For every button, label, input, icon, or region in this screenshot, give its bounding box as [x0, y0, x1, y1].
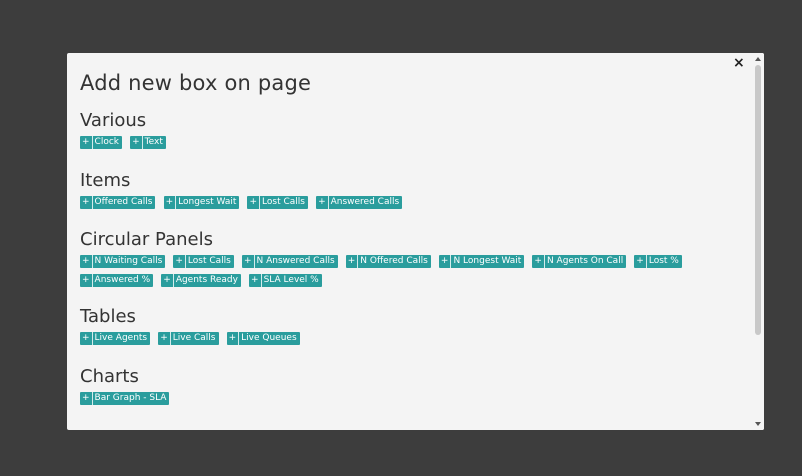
plus-icon: +: [251, 274, 262, 287]
plus-icon: +: [82, 274, 93, 287]
plus-icon: +: [82, 196, 93, 209]
button-label: N Agents On Call: [546, 256, 624, 266]
button-label: Agents Ready: [175, 275, 238, 285]
plus-icon: +: [175, 255, 186, 268]
plus-icon: +: [82, 136, 93, 149]
section-title: Various: [80, 110, 147, 131]
plus-icon: +: [244, 255, 255, 268]
button-label: Longest Wait: [178, 197, 237, 207]
plus-icon: +: [163, 274, 174, 287]
button-label: Lost Calls: [187, 256, 231, 266]
add-offered-calls-button[interactable]: + Offered Calls: [80, 196, 156, 209]
button-label: N Offered Calls: [360, 256, 428, 266]
section-circular-panels: Circular Panels + N Waiting Calls + Lost C…: [80, 229, 720, 293]
add-n-longest-wait-button[interactable]: + N Longest Wait: [438, 255, 525, 268]
button-row: + Offered Calls + Longest Wait + Lost Calls…: [80, 196, 405, 215]
plus-icon: +: [160, 332, 171, 345]
add-sla-level-button[interactable]: + SLA Level %: [249, 274, 322, 287]
button-label: Text: [144, 137, 163, 147]
button-label: Live Queues: [241, 333, 297, 343]
modal-content: Add new box on page Various + Clock + Text…: [67, 53, 752, 430]
chevron-down-icon[interactable]: [755, 422, 761, 426]
section-title: Tables: [80, 306, 136, 327]
section-title: Items: [80, 170, 131, 191]
plus-icon: +: [82, 255, 93, 268]
add-n-offered-calls-button[interactable]: + N Offered Calls: [345, 255, 431, 268]
add-answered-calls-button[interactable]: + Answered Calls: [316, 196, 403, 209]
button-label: Lost %: [648, 256, 679, 266]
add-agents-ready-button[interactable]: + Agents Ready: [161, 274, 241, 287]
plus-icon: +: [82, 392, 93, 405]
button-label: Offered Calls: [94, 197, 153, 207]
scrollbar-thumb[interactable]: [755, 65, 761, 335]
button-label: N Longest Wait: [453, 256, 522, 266]
button-label: Live Calls: [172, 333, 216, 343]
add-answered-percent-button[interactable]: + Answered %: [80, 274, 154, 287]
button-label: Lost Calls: [262, 197, 305, 207]
section-title: Charts: [80, 366, 139, 387]
add-live-queues-button[interactable]: + Live Queues: [226, 332, 300, 345]
button-label: Answered Calls: [330, 197, 400, 207]
button-row: + N Waiting Calls + Lost Calls + N Answered…: [80, 255, 720, 293]
plus-icon: +: [82, 332, 93, 345]
button-label: Bar Graph - SLA: [94, 393, 167, 403]
button-label: Live Agents: [94, 333, 148, 343]
add-live-agents-button[interactable]: + Live Agents: [80, 332, 151, 345]
button-row: + Bar Graph - SLA: [80, 392, 172, 411]
plus-icon: +: [348, 255, 359, 268]
button-label: Clock: [94, 137, 119, 147]
button-row: + Clock + Text: [80, 136, 169, 155]
vertical-scrollbar[interactable]: [752, 53, 764, 430]
add-longest-wait-button[interactable]: + Longest Wait: [163, 196, 240, 209]
plus-icon: +: [249, 196, 261, 209]
add-lost-percent-button[interactable]: + Lost %: [634, 255, 682, 268]
modal-title: Add new box on page: [80, 71, 312, 95]
section-items: Items + Offered Calls + Longest Wait + Lost…: [80, 170, 405, 215]
plus-icon: +: [132, 136, 143, 149]
button-row: + Live Agents + Live Calls + Live Queues: [80, 332, 303, 351]
plus-icon: +: [441, 255, 452, 268]
plus-icon: +: [166, 196, 177, 209]
add-box-modal: Add new box on page Various + Clock + Text…: [67, 53, 764, 430]
add-n-agents-on-call-button[interactable]: + N Agents On Call: [532, 255, 627, 268]
add-live-calls-button[interactable]: + Live Calls: [158, 332, 219, 345]
plus-icon: +: [534, 255, 545, 268]
add-bar-graph-sla-button[interactable]: + Bar Graph - SLA: [80, 392, 170, 405]
button-label: N Answered Calls: [256, 256, 335, 266]
add-n-answered-calls-button[interactable]: + N Answered Calls: [241, 255, 338, 268]
add-lost-calls-button[interactable]: + Lost Calls: [247, 196, 308, 209]
chevron-up-icon[interactable]: [755, 57, 761, 61]
button-label: SLA Level %: [263, 275, 319, 285]
add-text-button[interactable]: + Text: [130, 136, 166, 149]
add-n-waiting-calls-button[interactable]: + N Waiting Calls: [80, 255, 166, 268]
add-clock-button[interactable]: + Clock: [80, 136, 122, 149]
add-lost-calls-panel-button[interactable]: + Lost Calls: [173, 255, 234, 268]
plus-icon: +: [229, 332, 240, 345]
plus-icon: +: [636, 255, 647, 268]
button-label: N Waiting Calls: [94, 256, 163, 266]
section-various: Various + Clock + Text: [80, 110, 169, 155]
plus-icon: +: [318, 196, 329, 209]
close-icon[interactable]: ×: [733, 55, 745, 71]
section-charts: Charts + Bar Graph - SLA: [80, 366, 172, 411]
section-title: Circular Panels: [80, 229, 213, 250]
button-label: Answered %: [94, 275, 151, 285]
section-tables: Tables + Live Agents + Live Calls + Live Qu…: [80, 306, 303, 351]
